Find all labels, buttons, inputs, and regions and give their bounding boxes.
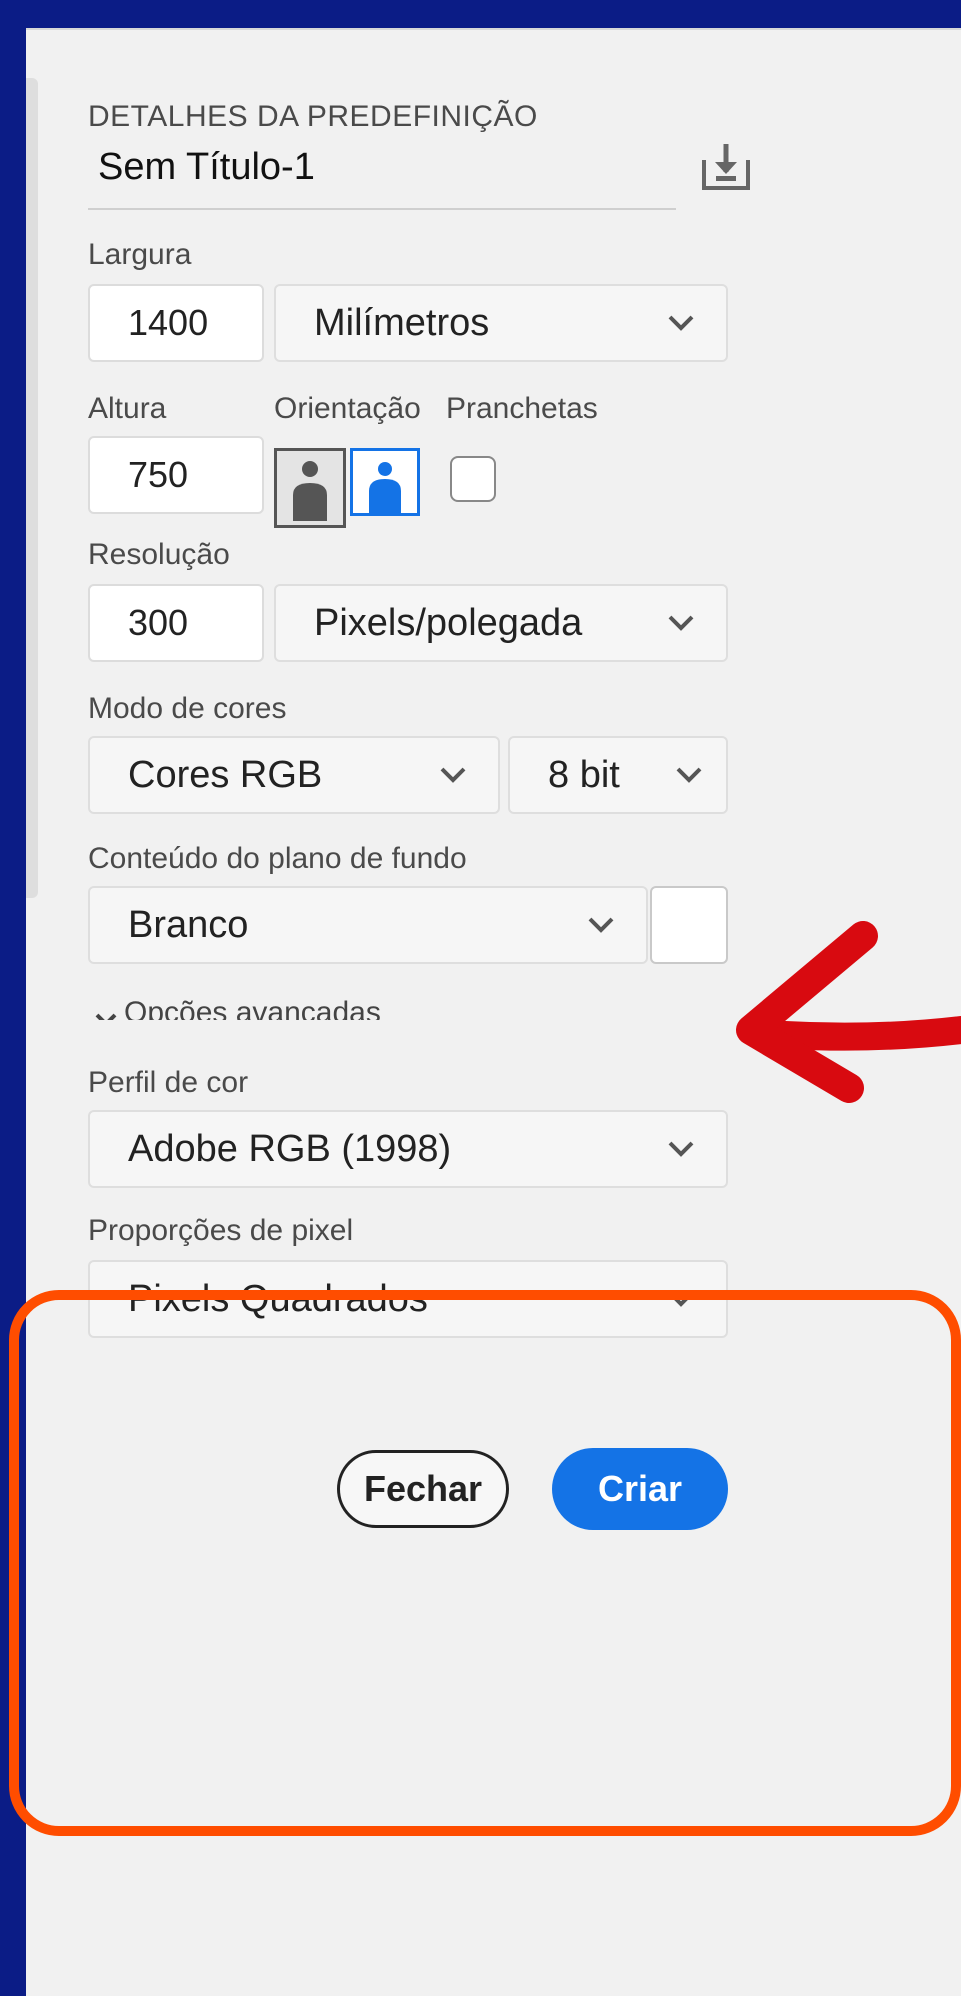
chevron-down-icon (94, 1002, 118, 1020)
landscape-orientation-button[interactable] (350, 448, 420, 516)
width-label: Largura (88, 238, 192, 271)
preset-name-input[interactable]: Sem Título-1 (98, 146, 315, 189)
panel-top-divider (26, 28, 961, 30)
color-mode-label: Modo de cores (88, 692, 287, 725)
landscape-icon (369, 462, 401, 513)
red-arrow-annotation (736, 921, 961, 1103)
background-select[interactable]: Branco (88, 886, 648, 964)
height-value: 750 (128, 454, 189, 495)
advanced-options-toggle[interactable]: Opções avançadas (94, 996, 514, 1020)
portrait-icon (293, 461, 327, 521)
artboards-label: Pranchetas (446, 392, 598, 425)
resolution-input[interactable]: 300 (88, 584, 264, 662)
chevron-down-icon (666, 1139, 696, 1159)
color-profile-value: Adobe RGB (1998) (128, 1127, 452, 1170)
height-label: Altura (88, 392, 167, 425)
chevron-down-icon (666, 613, 696, 633)
chevron-down-icon (438, 765, 468, 785)
orientation-label: Orientação (274, 392, 421, 425)
resolution-label: Resolução (88, 538, 230, 571)
width-unit-value: Milímetros (314, 301, 490, 344)
resolution-unit-select[interactable]: Pixels/polegada (274, 584, 728, 662)
color-profile-label: Perfil de cor (88, 1066, 249, 1099)
background-label: Conteúdo do plano de fundo (88, 842, 467, 875)
height-input[interactable]: 750 (88, 436, 264, 514)
background-value: Branco (128, 903, 249, 946)
width-value: 1400 (128, 302, 209, 343)
color-mode-select[interactable]: Cores RGB (88, 736, 500, 814)
resolution-value: 300 (128, 602, 189, 643)
chevron-down-icon (586, 915, 616, 935)
bit-depth-value: 8 bit (548, 753, 620, 796)
preset-details-title: DETALHES DA PREDEFINIÇÃO (88, 100, 538, 133)
artboards-checkbox[interactable] (450, 456, 496, 502)
portrait-orientation-button[interactable] (274, 448, 346, 528)
chevron-down-icon (674, 765, 704, 785)
advanced-options-label: Opções avançadas (124, 996, 381, 1020)
color-mode-value: Cores RGB (128, 753, 323, 796)
width-input[interactable]: 1400 (88, 284, 264, 362)
resolution-unit-value: Pixels/polegada (314, 601, 583, 644)
highlight-box (9, 1290, 961, 1836)
color-profile-select[interactable]: Adobe RGB (1998) (88, 1110, 728, 1188)
preset-name-underline (88, 208, 676, 210)
bit-depth-select[interactable]: 8 bit (508, 736, 728, 814)
width-unit-select[interactable]: Milímetros (274, 284, 728, 362)
chevron-down-icon (666, 313, 696, 333)
left-scrollbar[interactable] (26, 78, 38, 898)
save-preset-icon[interactable] (698, 138, 754, 194)
pixel-aspect-label: Proporções de pixel (88, 1214, 354, 1247)
